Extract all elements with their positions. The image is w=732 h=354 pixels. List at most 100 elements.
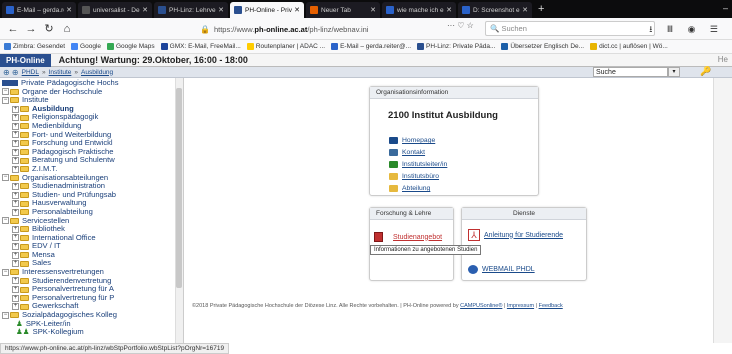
browser-tab[interactable]: PH-Linz: Lehrveran✕ xyxy=(154,2,228,18)
browser-tab[interactable]: universalist - Deuts✕ xyxy=(78,2,152,18)
bookmark-item[interactable]: Routenplaner | ADAC ... xyxy=(246,43,325,50)
sidebar-scrollbar[interactable] xyxy=(175,78,183,343)
reload-icon[interactable]: ↻ xyxy=(40,22,58,35)
browser-tab[interactable]: Neuer Tab ✕ xyxy=(306,2,380,18)
org-link[interactable]: Abteilung xyxy=(389,185,430,192)
tab-close-icon[interactable]: ✕ xyxy=(446,6,452,14)
bookmark-item[interactable]: PH-Linz: Private Päda... xyxy=(417,43,495,50)
minimize-icon[interactable]: – xyxy=(723,3,728,13)
expand-icon[interactable]: − xyxy=(2,268,9,276)
expand-icon[interactable]: + xyxy=(12,157,19,165)
key-icon[interactable]: 🔑 xyxy=(700,66,711,77)
expand-icon[interactable]: + xyxy=(12,251,19,259)
tree-node[interactable]: − Servicestellen xyxy=(2,216,174,226)
expand-icon[interactable]: + xyxy=(12,191,19,199)
bookmark-item[interactable]: Zimbra: Gesendet xyxy=(4,43,65,50)
webmail-link[interactable]: WEBMAIL PHDL xyxy=(482,266,535,273)
expand-icon[interactable]: + xyxy=(12,131,19,139)
expand-icon[interactable]: − xyxy=(2,174,9,182)
expand-icon[interactable]: + xyxy=(12,105,19,113)
bookmark-item[interactable]: E-Mail – gerda.reiter@... xyxy=(331,43,411,50)
folder-icon xyxy=(20,123,29,130)
tab-close-icon[interactable]: ✕ xyxy=(142,6,148,14)
expand-icon[interactable]: − xyxy=(2,88,9,96)
expand-icon[interactable]: − xyxy=(2,217,9,225)
bookmark-item[interactable]: GMX: E-Mail, FreeMail... xyxy=(160,43,241,50)
tab-close-icon[interactable]: ✕ xyxy=(294,6,300,14)
breadcrumb-phdl[interactable]: PHDL xyxy=(22,69,39,76)
campusonline-link[interactable]: CAMPUSonline® xyxy=(460,303,502,309)
tree-node[interactable]: + EDV / IT xyxy=(2,242,174,251)
address-bar[interactable]: 🔒 https://www. ph-online.ac.at/ph-linz/we… xyxy=(200,21,443,37)
tab-close-icon[interactable]: ✕ xyxy=(66,6,72,14)
expand-icon[interactable]: + xyxy=(12,303,19,311)
new-tab-icon[interactable]: + xyxy=(538,3,544,15)
tree-node[interactable]: + Religionspädagogik xyxy=(2,113,174,122)
expand-icon[interactable]: + xyxy=(12,200,19,208)
bookmark-item[interactable]: dict.cc | auflösen | Wö... xyxy=(590,43,668,50)
tree-node[interactable]: ♟♟ SPK-Kollegium xyxy=(2,328,174,337)
bookmark-icon xyxy=(331,43,339,50)
org-title: 2100 Institut Ausbildung xyxy=(388,110,498,121)
browser-tab[interactable]: wie mache ich einen✕ xyxy=(382,2,456,18)
expand-icon[interactable]: + xyxy=(12,165,19,173)
tab-close-icon[interactable]: ✕ xyxy=(522,6,528,14)
search-input[interactable]: 🔍 Suchen xyxy=(485,21,655,36)
browser-tab[interactable]: PH-Online - Private✕ xyxy=(230,2,304,18)
org-link-label: Kontakt xyxy=(402,149,426,156)
bookmark-item[interactable]: Google xyxy=(71,43,101,50)
expand-icon[interactable]: + xyxy=(12,243,19,251)
toolbar-icons[interactable]: ⭳ Ⅲ ◉ ☰ xyxy=(649,22,724,38)
tree-node[interactable]: + Beratung und Schulentw xyxy=(2,156,174,165)
expand-icon[interactable]: + xyxy=(12,139,19,147)
expand-icon[interactable]: + xyxy=(12,277,19,285)
expand-icon[interactable]: − xyxy=(2,311,9,319)
impressum-link[interactable]: Impressum xyxy=(507,303,534,309)
phonline-logo[interactable]: PH-Online xyxy=(0,53,51,67)
expand-icon[interactable]: + xyxy=(12,260,19,268)
expand-icon[interactable]: + xyxy=(12,114,19,122)
org-link-icon xyxy=(389,173,398,180)
suche-input[interactable]: Suche xyxy=(593,67,668,77)
tree-node[interactable]: + Personalvertretung für P xyxy=(2,293,174,303)
tab-close-icon[interactable]: ✕ xyxy=(370,6,376,14)
nav-icons[interactable]: ⊕ ⊕ xyxy=(3,68,19,77)
folder-icon xyxy=(20,114,29,121)
org-tree: Private Pädagogische Hochs − Organe der Ho… xyxy=(2,78,174,337)
expand-icon[interactable]: + xyxy=(12,182,19,190)
tree-node[interactable]: − Institute xyxy=(2,96,174,105)
bookmark-item[interactable]: Google Maps xyxy=(107,43,155,50)
feedback-link[interactable]: Feedback xyxy=(539,303,563,309)
suche-dropdown[interactable]: ▾ xyxy=(668,67,680,77)
expand-icon[interactable]: + xyxy=(12,148,19,156)
org-link[interactable]: Homepage xyxy=(389,137,435,144)
anleitung-link[interactable]: Anleitung für Studierende xyxy=(484,232,563,239)
back-icon[interactable]: ← xyxy=(4,23,22,35)
tree-node[interactable]: + Mensa xyxy=(2,250,174,260)
expand-icon[interactable]: + xyxy=(12,122,19,130)
browser-tab[interactable]: D: Screenshot erstel✕ xyxy=(458,2,532,18)
studienangebot-link[interactable]: Studienangebot xyxy=(393,234,442,241)
expand-icon[interactable]: + xyxy=(12,208,19,216)
page-actions-icon[interactable]: ··· ♡ ☆ xyxy=(447,21,475,30)
org-link[interactable]: Institutsbüro xyxy=(389,173,439,180)
expand-icon[interactable]: + xyxy=(12,225,19,233)
header-right-link[interactable]: He xyxy=(718,55,728,64)
home-icon[interactable]: ⌂ xyxy=(58,23,76,35)
expand-icon[interactable]: + xyxy=(12,234,19,242)
expand-icon[interactable]: + xyxy=(12,286,19,294)
folder-icon xyxy=(20,252,29,259)
forward-icon[interactable]: → xyxy=(22,23,40,35)
org-link[interactable]: Kontakt xyxy=(389,149,426,156)
tree-node[interactable]: + International Office xyxy=(2,233,174,243)
tree-node[interactable]: + Studien- und Prüfungsab xyxy=(2,190,174,200)
bookmarks-bar: Zimbra: Gesendet Google Google Maps GMX: E-… xyxy=(0,40,732,54)
breadcrumb-institute[interactable]: Institute xyxy=(49,69,72,76)
expand-icon[interactable]: + xyxy=(12,294,19,302)
tab-close-icon[interactable]: ✕ xyxy=(218,6,224,14)
expand-icon[interactable]: − xyxy=(2,96,9,104)
breadcrumb-ausbildung[interactable]: Ausbildung xyxy=(81,69,113,76)
browser-tab[interactable]: E-Mail – gerda.reit✕ xyxy=(2,2,76,18)
bookmark-item[interactable]: Übersetzer Englisch De... xyxy=(501,43,584,50)
org-link[interactable]: Institutsleiter/in xyxy=(389,161,447,168)
